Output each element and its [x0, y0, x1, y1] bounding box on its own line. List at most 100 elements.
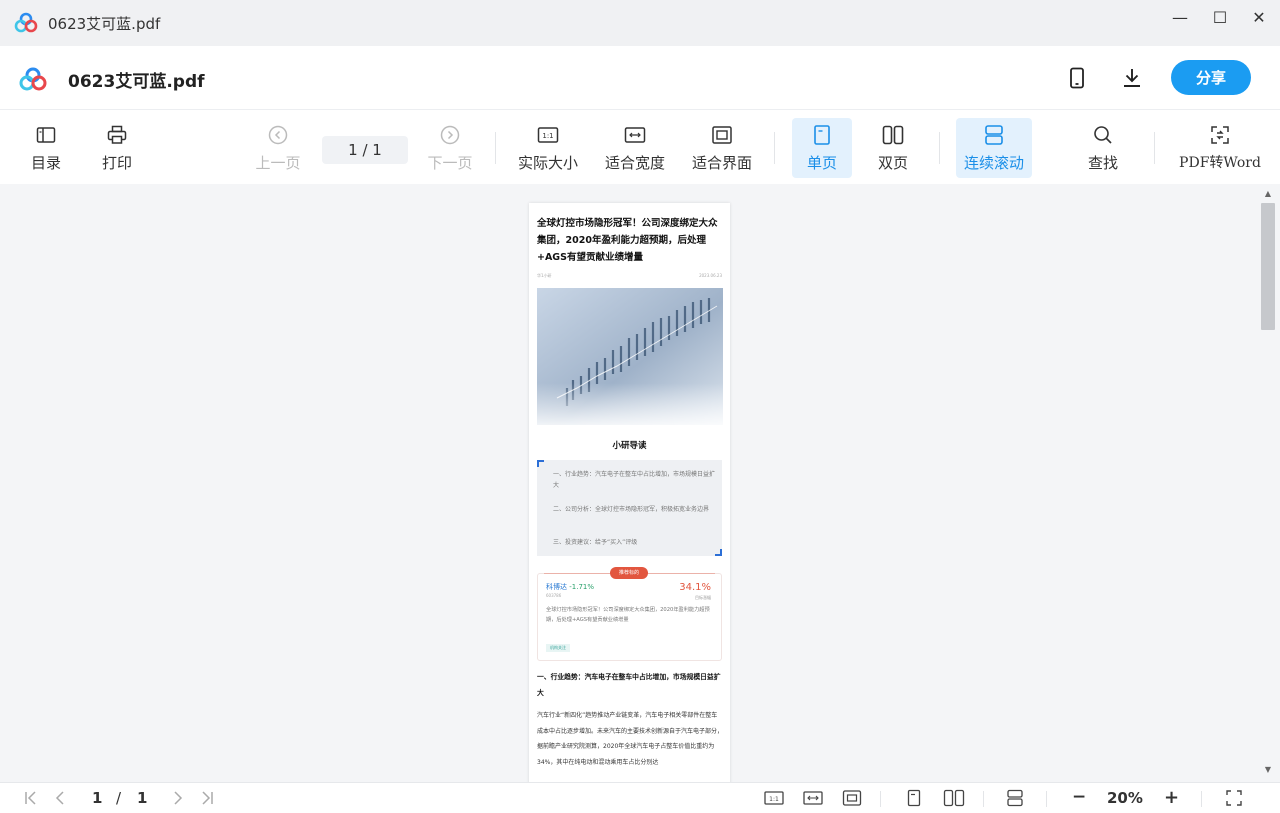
double-page-label: 双页	[877, 154, 908, 172]
lead-item: 二、公司分析：全球灯控市场隐形冠军，积极拓宽业务边界	[553, 506, 710, 513]
card-description: 全球灯控市场隐形冠军！公司深度绑定大众集团，2020年盈利能力超预期，后处理+A…	[546, 607, 710, 623]
actual-size-icon[interactable]: 1:1	[764, 789, 784, 807]
status-total-pages: 1	[137, 789, 148, 807]
print-label: 打印	[101, 154, 132, 172]
actual-size-button[interactable]: 1:1 实际大小	[516, 118, 580, 178]
toolbar-divider	[1154, 132, 1155, 164]
stock-change: -1.71%	[569, 583, 594, 591]
svg-text:1:1: 1:1	[769, 796, 779, 803]
window-title: 0623艾可蓝.pdf	[48, 15, 161, 33]
fullscreen-icon[interactable]	[1225, 789, 1243, 807]
status-divider	[1201, 791, 1202, 807]
lead-summary-box: 一、行业趋势：汽车电子在整车中占比增加，市场规模日益扩大 二、公司分析：全球灯控…	[537, 460, 722, 556]
first-page-icon[interactable]	[22, 789, 40, 807]
continuous-scroll-icon[interactable]	[1006, 789, 1024, 807]
single-page-icon[interactable]	[905, 789, 923, 807]
stock-info: 科博达 -1.71%	[546, 582, 594, 592]
continuous-scroll-button[interactable]: 连续滚动	[956, 118, 1032, 178]
convert-icon	[1211, 126, 1229, 144]
printer-icon	[107, 125, 127, 144]
pdf-to-word-button[interactable]: PDF转Word	[1176, 118, 1264, 178]
actual-size-label: 实际大小	[517, 154, 578, 172]
single-page-label: 单页	[806, 154, 837, 172]
app-header: 0623艾可蓝.pdf 分享	[0, 46, 1280, 110]
fit-width-icon	[624, 127, 646, 143]
zoom-level[interactable]: 20%	[1107, 789, 1143, 807]
status-current-page[interactable]: 1	[92, 789, 102, 807]
toc-button[interactable]: 目录	[28, 118, 64, 178]
maximize-button[interactable]: ☐	[1206, 6, 1234, 28]
last-page-icon[interactable]	[198, 789, 216, 807]
page-indicator[interactable]: 1 / 1	[322, 136, 408, 164]
close-button[interactable]: ✕	[1245, 6, 1273, 28]
lead-heading: 小研导读	[612, 441, 647, 451]
minimize-button[interactable]: —	[1166, 6, 1194, 28]
fit-page-icon[interactable]	[842, 789, 862, 807]
status-bar: 1 / 1 1:1 − 20% +	[0, 782, 1280, 813]
fit-page-label: 适合界面	[691, 154, 752, 172]
card-chip: 机构关注	[546, 644, 570, 652]
section-body: 汽车行业“新四化”趋势推动产业链变革，汽车电子相关零部件在整车成本中占比逐步增加…	[537, 712, 724, 766]
toolbar-divider	[939, 132, 940, 164]
find-button[interactable]: 查找	[1082, 118, 1124, 178]
article-source: 华1小研	[537, 273, 552, 278]
svg-text:1:1: 1:1	[542, 132, 553, 140]
stock-chart-image	[537, 288, 723, 425]
recommend-tag: 推荐标的	[610, 567, 649, 579]
status-divider	[1046, 791, 1047, 807]
double-page-button[interactable]: 双页	[866, 118, 920, 178]
zoom-in-button[interactable]: +	[1164, 787, 1179, 808]
next-page-button[interactable]: 下一页	[426, 118, 474, 178]
scroll-up-arrow-icon[interactable]: ▲	[1263, 189, 1273, 198]
print-button[interactable]: 打印	[99, 118, 135, 178]
fit-width-button[interactable]: 适合宽度	[603, 118, 667, 178]
actual-size-icon: 1:1	[537, 127, 559, 143]
document-title: 0623艾可蓝.pdf	[68, 72, 205, 92]
status-page-separator: /	[116, 789, 122, 807]
scrollbar-thumb[interactable]	[1261, 203, 1275, 330]
double-page-icon	[882, 125, 904, 145]
toolbar: 目录 打印 上一页 1 / 1 下一页 1:1 实际大小 适合宽度 适合界面 单…	[0, 110, 1280, 184]
toc-icon	[36, 127, 56, 143]
baidu-netdisk-logo-icon	[14, 12, 38, 33]
single-page-button[interactable]: 单页	[792, 118, 852, 178]
recommended-stock-card: 推荐标的 科博达 -1.71% 603786 34.1% 目标涨幅 全球灯控市场…	[537, 567, 722, 661]
title-bar: 0623艾可蓝.pdf — ☐ ✕	[0, 0, 1280, 46]
toolbar-divider	[495, 132, 496, 164]
prev-page-button[interactable]: 上一页	[254, 118, 302, 178]
corner-mark	[715, 549, 722, 556]
corner-mark	[537, 460, 544, 467]
fit-page-button[interactable]: 适合界面	[690, 118, 754, 178]
next-page-label: 下一页	[427, 154, 473, 172]
toc-label: 目录	[30, 154, 61, 172]
single-page-icon	[814, 125, 830, 145]
chevron-right-circle-icon	[440, 125, 460, 145]
target-percent: 34.1%	[679, 582, 711, 593]
chevron-left-circle-icon	[268, 125, 288, 145]
search-icon	[1094, 126, 1112, 144]
phone-icon[interactable]	[1065, 66, 1089, 90]
prev-page-label: 上一页	[255, 154, 301, 172]
zoom-out-button[interactable]: −	[1072, 787, 1086, 807]
lead-item: 一、行业趋势：汽车电子在整车中占比增加，市场规模日益扩大	[553, 471, 716, 489]
section-heading: 一、行业趋势：汽车电子在整车中占比增加，市场规模日益扩大	[537, 673, 721, 697]
download-icon[interactable]	[1120, 66, 1144, 90]
scroll-down-arrow-icon[interactable]: ▼	[1263, 765, 1273, 774]
chevron-left-icon[interactable]	[52, 789, 70, 807]
double-page-icon[interactable]	[943, 789, 965, 807]
share-button[interactable]: 分享	[1171, 60, 1251, 95]
find-label: 查找	[1087, 154, 1118, 172]
target-label: 目标涨幅	[695, 595, 711, 600]
stock-name: 科博达	[546, 583, 567, 591]
status-divider	[880, 791, 881, 807]
chevron-right-icon[interactable]	[168, 789, 186, 807]
article-title: 全球灯控市场隐形冠军！公司深度绑定大众集团，2020年盈利能力超预期，后处理+A…	[537, 218, 718, 263]
pdf-page: 全球灯控市场隐形冠军！公司深度绑定大众集团，2020年盈利能力超预期，后处理+A…	[529, 203, 730, 813]
continuous-scroll-label: 连续滚动	[963, 154, 1024, 172]
continuous-scroll-icon	[985, 125, 1003, 145]
fit-page-icon	[712, 126, 732, 144]
fit-width-label: 适合宽度	[604, 154, 665, 172]
status-divider	[983, 791, 984, 807]
baidu-netdisk-logo-icon	[19, 67, 47, 91]
fit-width-icon[interactable]	[803, 789, 823, 807]
